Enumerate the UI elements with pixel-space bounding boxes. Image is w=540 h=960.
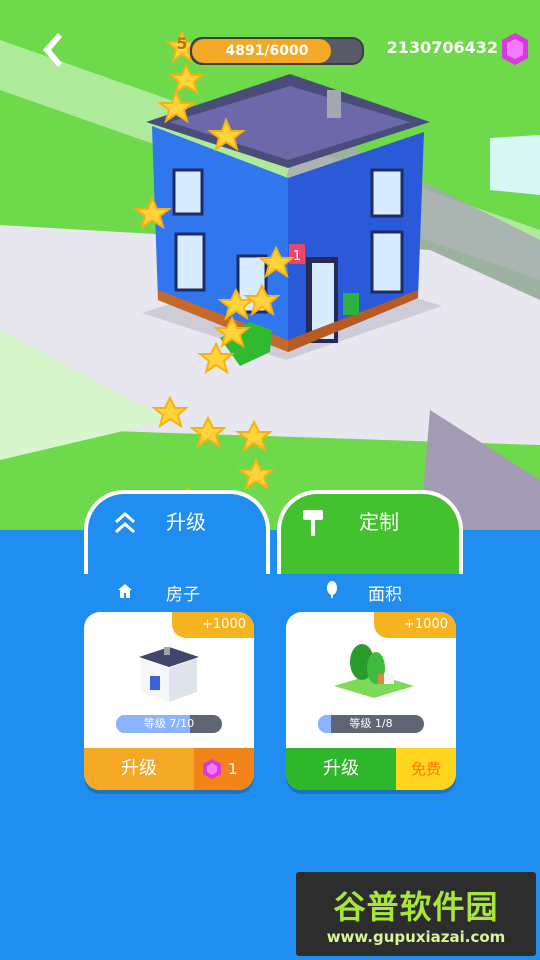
xp-progress-bar: 4891/6000: [190, 37, 364, 65]
area-upgrade-card[interactable]: +1000 等级 1/8 升级 免费: [286, 612, 456, 790]
area-reward-text: +1000: [374, 612, 456, 638]
gem-icon: [203, 759, 221, 779]
tab-customize-label: 定制: [359, 510, 399, 534]
gem-icon: [502, 33, 528, 65]
door-number-badge: 1: [293, 249, 301, 264]
area-section-label: 面积: [368, 585, 402, 605]
house-gem-cost: 1: [228, 760, 238, 778]
area-level-bar: 等级 1/8: [318, 715, 424, 733]
tab-upgrade-label: 升级: [166, 510, 206, 534]
xp-progress-text: 4891/6000: [225, 43, 309, 59]
area-upgrade-button[interactable]: 升级: [286, 748, 396, 790]
tab-customize[interactable]: 定制: [277, 490, 463, 574]
paint-roller-icon: [303, 510, 323, 536]
house-level-bar: 等级 7/10: [116, 715, 222, 733]
garden-plot-icon: [334, 644, 414, 698]
area-level-text: 等级 1/8: [349, 717, 393, 730]
tree-icon: [327, 581, 337, 598]
watermark-url: www.gupuxiazai.com: [326, 928, 506, 946]
house-level-text: 等级 7/10: [143, 717, 195, 730]
house-icon: [118, 584, 132, 598]
back-arrow-icon[interactable]: [34, 30, 70, 70]
watermark-title: 谷普软件园: [333, 888, 499, 926]
area-free-button[interactable]: 免费: [396, 748, 456, 790]
double-chevron-up-icon: [115, 511, 135, 534]
watermark: 谷普软件园 www.gupuxiazai.com: [296, 872, 536, 956]
small-house-icon: [139, 647, 199, 702]
house-upgrade-card[interactable]: +1000 等级 7/10 升级 1: [84, 612, 254, 790]
house-section-label: 房子: [166, 585, 200, 605]
top-hud: 5 4891/6000 2130706432: [0, 0, 540, 80]
house-reward-text: +1000: [172, 612, 254, 638]
gems-counter: 2130706432: [386, 38, 498, 57]
tab-upgrade[interactable]: 升级: [84, 490, 270, 574]
house-upgrade-button[interactable]: 升级: [84, 748, 194, 790]
house-gem-cost-button[interactable]: 1: [194, 748, 254, 790]
